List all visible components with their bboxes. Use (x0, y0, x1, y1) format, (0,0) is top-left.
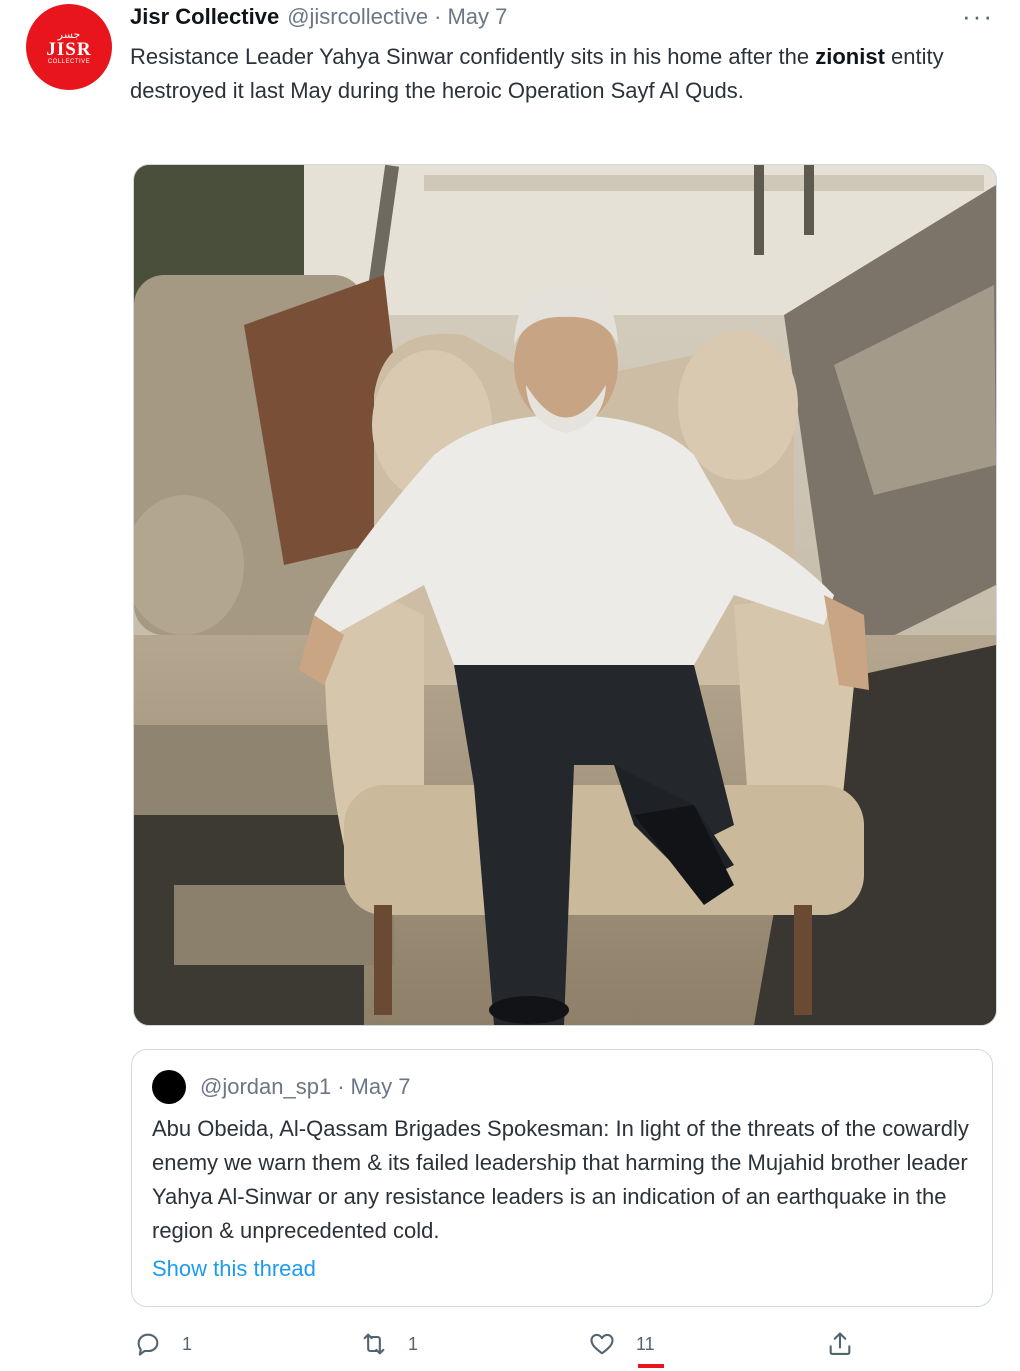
like-highlight-bar (638, 1364, 664, 1368)
quoted-tweet-text: Abu Obeida, Al-Qassam Brigades Spokesman… (152, 1116, 969, 1243)
tweet-date[interactable]: May 7 (447, 4, 507, 30)
quoted-tweet-header: @jordan_sp1 · May 7 (152, 1070, 410, 1104)
tweet-header: Jisr Collective @jisrcollective · May 7 (130, 4, 507, 36)
quoted-tweet[interactable]: @jordan_sp1 · May 7 Abu Obeida, Al-Qassa… (131, 1049, 993, 1307)
avatar-latin-text: JISR (46, 38, 92, 60)
tweet-text-bold: zionist (815, 44, 885, 69)
reply-count: 1 (182, 1333, 193, 1354)
photo-illustration (134, 165, 996, 1025)
author-avatar[interactable]: جسر JISR COLLECTIVE (26, 4, 112, 90)
tweet-text-part1: Resistance Leader Yahya Sinwar confident… (130, 44, 816, 69)
like-count: 11 (636, 1333, 655, 1354)
tweet-actions: 1 1 11 (130, 1330, 870, 1364)
like-button[interactable]: 11 (588, 1330, 655, 1358)
header-separator: · (434, 4, 442, 29)
reply-button[interactable]: 1 (134, 1330, 192, 1358)
author-handle[interactable]: @jisrcollective (287, 4, 428, 30)
retweet-icon (363, 1333, 385, 1355)
avatar-small-text: COLLECTIVE (47, 58, 91, 65)
show-thread-link[interactable]: Show this thread (152, 1256, 316, 1282)
quoted-header-separator: · (337, 1074, 345, 1099)
reply-icon (137, 1333, 159, 1356)
share-icon (829, 1332, 851, 1355)
share-button[interactable] (826, 1330, 854, 1358)
quoted-tweet-date: May 7 (350, 1074, 411, 1099)
author-name[interactable]: Jisr Collective (130, 4, 279, 30)
retweet-count: 1 (408, 1333, 419, 1354)
tweet-text: Resistance Leader Yahya Sinwar confident… (130, 40, 960, 108)
quoted-author-handle: @jordan_sp1 (200, 1074, 332, 1099)
tweet[interactable]: جسر JISR COLLECTIVE Jisr Collective @jis… (0, 0, 1020, 1371)
quoted-author-avatar (152, 1070, 186, 1104)
heart-icon (590, 1333, 614, 1355)
avatar-arabic-text: جسر (57, 27, 81, 41)
tweet-photo[interactable] (133, 164, 997, 1026)
retweet-button[interactable]: 1 (360, 1330, 418, 1358)
more-options-icon[interactable]: ··· (962, 2, 994, 30)
